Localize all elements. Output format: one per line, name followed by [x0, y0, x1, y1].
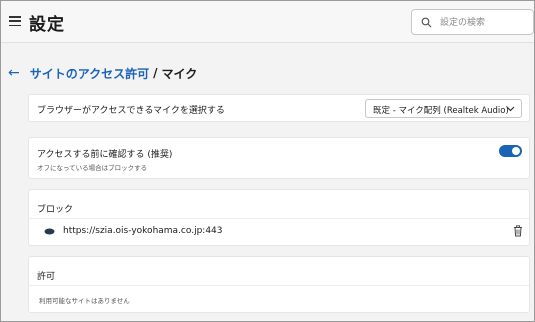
allow-heading: 許可 [37, 272, 56, 282]
device-select-card: ブラウザーがアクセスできるマイクを選択する 既定 - マイク配列 (Realte… [28, 94, 530, 122]
trash-icon[interactable] [513, 225, 523, 237]
allow-section: 許可 利用可能なサイトはありません [28, 256, 530, 313]
device-select-label: ブラウザーがアクセスできるマイクを選択する [37, 106, 225, 116]
page-title: 設定 [29, 15, 65, 35]
top-bar: 設定 [1, 1, 534, 43]
block-heading: ブロック [37, 205, 74, 215]
breadcrumb-separator: / [153, 66, 158, 80]
allow-empty-text: 利用可能なサイトはありません [39, 297, 130, 305]
block-section: ブロック https://szia.ois-yokohama.co.jp:443 [28, 189, 530, 246]
site-favicon-icon [44, 228, 55, 235]
search-icon [421, 17, 432, 28]
blocked-site-url[interactable]: https://szia.ois-yokohama.co.jp:443 [63, 226, 223, 236]
back-arrow-icon[interactable]: ← [8, 66, 20, 80]
ask-before-access-label: アクセスする前に確認する (推奨) [37, 150, 173, 160]
breadcrumb-current: マイク [161, 66, 198, 81]
search-box[interactable] [411, 9, 534, 35]
ask-before-access-card: アクセスする前に確認する (推奨) オフになっている場合はブロックする [28, 137, 530, 179]
divider [29, 285, 529, 286]
divider [29, 218, 529, 219]
search-input[interactable] [440, 14, 530, 31]
breadcrumb: ← サイトのアクセス許可 / マイク [8, 64, 197, 82]
ask-before-access-description: オフになっている場合はブロックする [37, 164, 148, 172]
microphone-dropdown[interactable]: 既定 - マイク配列 (Realtek Audio) [365, 99, 522, 118]
ask-before-access-toggle[interactable] [499, 145, 522, 157]
hamburger-icon[interactable] [9, 16, 21, 26]
chevron-down-icon [506, 106, 515, 112]
microphone-dropdown-value: 既定 - マイク配列 (Realtek Audio) [373, 106, 509, 116]
breadcrumb-parent-link[interactable]: サイトのアクセス許可 [30, 65, 149, 82]
toggle-knob [512, 147, 520, 155]
